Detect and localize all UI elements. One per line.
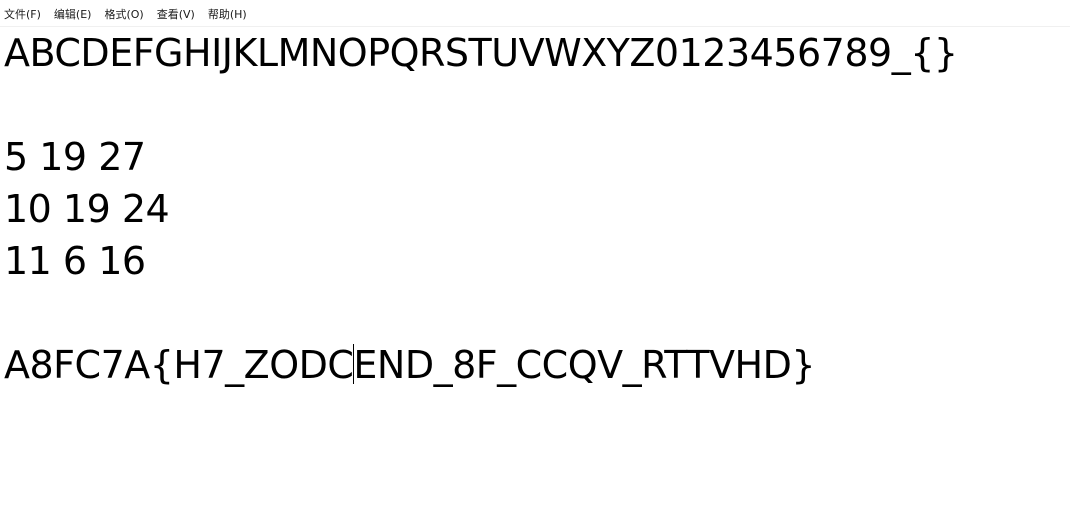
- text-before-caret: A8FC7A{H7_ZODC: [4, 343, 354, 387]
- menu-bar: 文件(F) 编辑(E) 格式(O) 查看(V) 帮助(H): [0, 0, 1070, 27]
- menu-view[interactable]: 查看(V): [151, 0, 202, 26]
- menu-format[interactable]: 格式(O): [98, 0, 150, 26]
- notepad-window: 文件(F) 编辑(E) 格式(O) 查看(V) 帮助(H) ABCDEFGHIJ…: [0, 0, 1070, 507]
- text-editor-area[interactable]: ABCDEFGHIJKLMNOPQRSTUVWXYZ0123456789_{} …: [0, 27, 1070, 507]
- text-line-1: ABCDEFGHIJKLMNOPQRSTUVWXYZ0123456789_{}: [4, 31, 958, 75]
- menu-help[interactable]: 帮助(H): [202, 0, 254, 26]
- menu-file[interactable]: 文件(F): [0, 0, 48, 26]
- text-after-caret: END_8F_CCQV_RTTVHD}: [353, 343, 816, 387]
- text-line-4: 10 19 24: [4, 187, 170, 231]
- text-line-7: A8FC7A{H7_ZODCEND_8F_CCQV_RTTVHD}: [4, 339, 816, 391]
- text-line-3: 5 19 27: [4, 135, 146, 179]
- text-line-5: 11 6 16: [4, 239, 146, 283]
- menu-edit[interactable]: 编辑(E): [48, 0, 99, 26]
